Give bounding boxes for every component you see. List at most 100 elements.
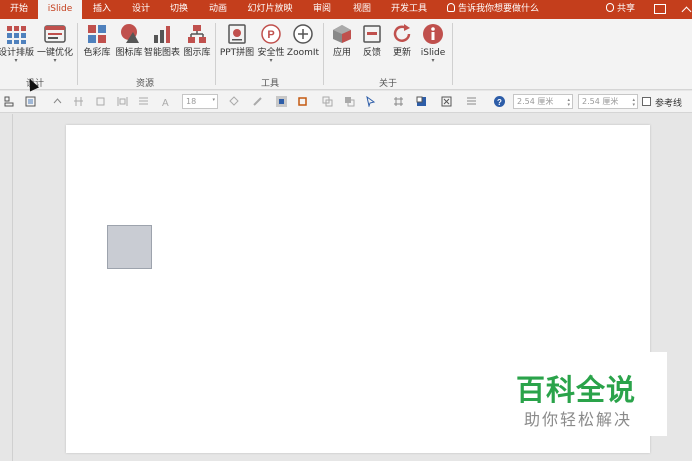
chevron-down-icon: ▾ — [14, 57, 18, 64]
security-button[interactable]: P 安全性 ▾ — [256, 23, 286, 67]
tab-design[interactable]: 设计 — [122, 0, 160, 19]
tell-me-box[interactable]: 告诉我你想要做什么 — [447, 0, 539, 19]
diagram-library-label: 图示库 — [183, 48, 211, 58]
shape-width-value: 2.54 厘米 — [517, 97, 554, 106]
color-library-button[interactable]: 色彩库 — [81, 23, 113, 67]
svg-text:P: P — [267, 29, 274, 41]
chevron-down-icon: ▾ — [431, 57, 435, 64]
watermark-subtitle: 助你轻松解决 — [524, 410, 633, 429]
outline-pen-icon[interactable] — [252, 96, 263, 107]
watermark-title: 百科全说 — [516, 373, 637, 407]
share-label: 共享 — [617, 4, 636, 14]
tab-review[interactable]: 审阅 — [302, 0, 342, 19]
help-icon[interactable]: ? — [494, 96, 505, 107]
tab-animations[interactable]: 动画 — [198, 0, 238, 19]
update-button[interactable]: 更新 — [388, 23, 416, 67]
feedback-icon — [361, 23, 383, 45]
bar-chart-icon — [151, 23, 173, 45]
size-icon[interactable] — [117, 96, 128, 107]
diagram-library-button[interactable]: 图示库 — [181, 23, 213, 67]
chevron-up-icon[interactable] — [52, 96, 63, 107]
ppt-puzzle-label: PPT拼图 — [219, 48, 255, 58]
fill-bucket-icon[interactable] — [228, 96, 239, 107]
tell-me-label: 告诉我你想要做什么 — [458, 4, 540, 14]
tab-transitions[interactable]: 切换 — [160, 0, 198, 19]
guides-label: 参考线 — [655, 99, 683, 109]
feedback-label: 反馈 — [362, 48, 381, 58]
cube-icon — [331, 23, 353, 45]
color-fill-icon[interactable] — [416, 96, 427, 107]
shape-height-value: 2.54 厘米 — [582, 97, 619, 106]
group-label-about: 关于 — [378, 79, 397, 89]
spinner-icon: ▴ ▾ — [632, 97, 635, 108]
refresh-icon — [391, 23, 413, 45]
apps-button[interactable]: 应用 — [328, 23, 356, 67]
line-style-icon[interactable] — [466, 96, 477, 107]
format-toolbar: A 18 ▾ ? 2.54 厘米 ▴ ▾ 2.54 厘米 ▴ ▾ 参考线 — [0, 91, 692, 113]
delete-shape-icon[interactable] — [441, 96, 452, 107]
chevron-down-icon: ▾ — [269, 57, 273, 64]
crop-icon[interactable] — [95, 96, 106, 107]
bring-forward-icon[interactable] — [344, 96, 355, 107]
group-divider — [452, 23, 453, 85]
rectangle-shape[interactable] — [107, 225, 152, 269]
tab-insert[interactable]: 插入 — [82, 0, 122, 19]
apps-label: 应用 — [332, 48, 351, 58]
tab-view[interactable]: 视图 — [342, 0, 382, 19]
shape-outline-icon[interactable] — [297, 96, 308, 107]
zoomit-button[interactable]: ZoomIt — [286, 23, 320, 67]
smart-chart-label: 智能图表 — [143, 48, 180, 58]
grid-layout-icon — [5, 23, 27, 45]
align-icon[interactable] — [4, 96, 15, 107]
color-library-label: 色彩库 — [83, 48, 111, 58]
shapes-icon — [118, 23, 140, 45]
group-divider — [215, 23, 216, 85]
ribbon: 设计排版 ▾ 一键优化 ▾ 设计 色彩库 图标库 智能图表 图示库 资源 PPT… — [0, 19, 692, 90]
shape-fill-icon[interactable] — [276, 96, 287, 107]
svg-text:?: ? — [497, 98, 502, 107]
color-palette-icon — [86, 23, 108, 45]
islide-about-button[interactable]: iSlide ▾ — [418, 23, 448, 67]
optimize-button[interactable]: 一键优化 ▾ — [36, 23, 74, 67]
chevron-down-icon: ▾ — [53, 57, 57, 64]
grid-icon[interactable] — [393, 96, 404, 107]
font-size-value: 18 — [186, 97, 197, 106]
puzzle-icon — [226, 23, 248, 45]
diagram-icon — [186, 23, 208, 45]
arrange-icon[interactable] — [322, 96, 333, 107]
group-shapes-icon[interactable] — [25, 96, 36, 107]
person-icon — [606, 3, 614, 12]
info-icon — [422, 23, 444, 45]
guides-checkbox[interactable] — [642, 97, 651, 106]
zoomit-label: ZoomIt — [286, 48, 320, 58]
distribute-icon[interactable] — [73, 96, 84, 107]
tab-developer[interactable]: 开发工具 — [382, 0, 436, 19]
tab-islide[interactable]: iSlide — [38, 0, 82, 19]
security-icon: P — [260, 23, 282, 45]
select-icon[interactable] — [365, 96, 376, 107]
optimize-icon — [44, 23, 66, 45]
comment-icon[interactable] — [654, 4, 666, 14]
ribbon-tab-bar: 开始 iSlide 插入 设计 切换 动画 幻灯片放映 审阅 视图 开发工具 告… — [0, 0, 692, 19]
zoom-icon — [292, 23, 314, 45]
shape-width-field[interactable]: 2.54 厘米 ▴ ▾ — [513, 94, 573, 109]
thumbnail-pane-divider[interactable] — [12, 114, 13, 461]
design-layout-button[interactable]: 设计排版 ▾ — [0, 23, 36, 67]
ppt-puzzle-button[interactable]: PPT拼图 — [218, 23, 256, 67]
tab-home[interactable]: 开始 — [0, 0, 38, 19]
font-icon[interactable]: A — [160, 96, 171, 107]
group-divider — [323, 23, 324, 85]
shape-height-field[interactable]: 2.54 厘米 ▴ ▾ — [578, 94, 638, 109]
collapse-ribbon-icon[interactable] — [681, 6, 692, 17]
share-button[interactable]: 共享 — [606, 0, 635, 19]
font-size-field[interactable]: 18 ▾ — [182, 94, 218, 109]
smart-chart-button[interactable]: 智能图表 — [143, 23, 181, 67]
design-layout-label: 设计排版 — [0, 48, 34, 58]
group-label-resources: 资源 — [135, 79, 154, 89]
group-divider — [77, 23, 78, 85]
tab-slideshow[interactable]: 幻灯片放映 — [238, 0, 302, 19]
spinner-icon: ▴ ▾ — [567, 97, 570, 108]
feedback-button[interactable]: 反馈 — [358, 23, 386, 67]
text-align-icon[interactable] — [138, 96, 149, 107]
icon-library-button[interactable]: 图标库 — [113, 23, 145, 67]
